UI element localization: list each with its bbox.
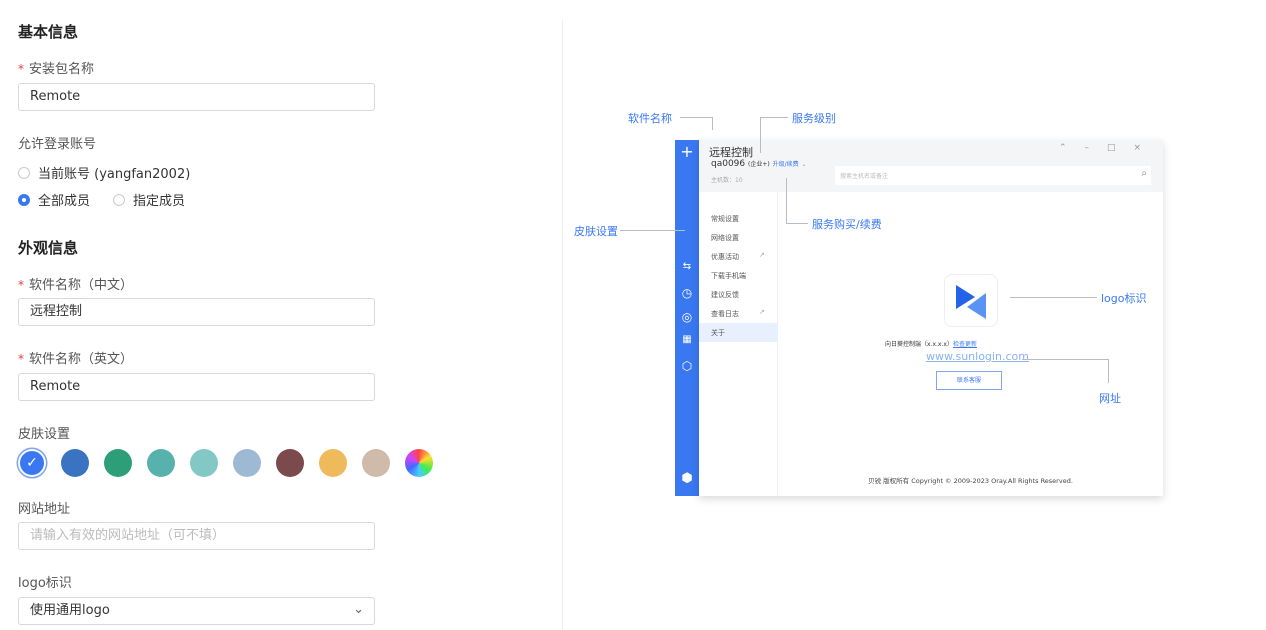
annotation-line [680,117,712,118]
preview-window: 远程控制 ⌃–□× qa0096 (企业+) 升级/续费 ⌄ 主机数：10 搜索… [699,140,1163,496]
logo-label: logo标识 [18,576,72,591]
skin-label: 皮肤设置 [18,427,71,442]
radio-all-members[interactable]: 全部成员 [18,190,90,209]
preview-upgrade-link: 升级/续费 [772,161,799,168]
name-cn-label-text: 软件名称（中文） [29,278,134,293]
preview-check-update-link: 检查更新 [952,341,977,348]
sunlogin-logo [944,274,998,327]
preview-version: 向日葵控制端（x.x.x.x）检查更新 [699,339,1163,348]
preview-search-placeholder: 搜索主机名或备注 [840,173,889,180]
chevron-down-icon: ⌄ [353,602,364,617]
preview-menu-item: 查看日志 [711,310,739,318]
radio-label: 全部成员 [38,194,91,209]
preview-menu-item: 下载手机端 [711,272,746,280]
settings-icon: ⬢ [681,471,693,486]
preview-search: 搜索主机名或备注 ⌕ [835,166,1151,185]
skin-swatch[interactable] [319,449,347,477]
preview-title: 远程控制 [709,146,753,159]
preview-sidebar: + ⇆ ◷ ◎ ▦ ⬡ ⬢ [675,140,699,496]
appearance-heading: 外观信息 [18,239,79,257]
annotation-software-name: 软件名称 [628,112,672,125]
package-name-label-text: 安装包名称 [29,62,95,77]
name-cn-label: * 软件名称（中文） [18,274,133,293]
radio-circle [113,193,125,206]
annotation-website: 网址 [1099,392,1121,405]
preview-account-name: qa0096 [711,159,746,169]
skin-swatch[interactable] [405,449,433,477]
plus-icon: + [680,142,694,161]
preview-menu-item: 网络设置 [711,234,739,242]
transfer-icon: ⇆ [682,261,692,272]
name-cn-input[interactable]: 远程控制 [18,298,375,326]
skin-swatch[interactable] [276,449,304,477]
annotation-line [786,223,808,224]
preview-copyright: 贝锐 版权所有 Copyright © 2009-2023 Oray.All R… [868,477,1073,485]
preview-menu-item: 建议反馈 [711,291,739,299]
skin-swatch[interactable] [61,449,89,477]
logo-select-value: 使用通用logo [30,603,110,618]
annotation-line [620,230,685,231]
radio-current-account[interactable]: 当前账号 (yangfan2002) [18,163,190,182]
radio-specific-members[interactable]: 指定成员 [113,190,185,209]
skin-swatch[interactable]: ✓ [18,449,46,477]
basic-info-heading: 基本信息 [18,23,79,41]
annotation-logo: logo标识 [1101,292,1147,305]
annotation-line [760,117,788,118]
website-label: 网站地址 [18,502,71,517]
annotation-line [712,117,713,130]
required-mark: * [18,352,24,366]
website-input[interactable]: 请输入有效的网站地址（可不填） [18,522,375,550]
external-link-icon: ↗ [759,251,765,259]
annotation-line [1022,359,1108,360]
apps-icon: ▦ [682,334,692,345]
skin-swatch[interactable] [104,449,132,477]
radio-circle [18,166,30,179]
search-icon: ⌕ [1141,168,1147,179]
annotation-line [1108,359,1109,383]
preview-account: qa0096 (企业+) 升级/续费 ⌄ [711,159,807,169]
annotation-line [786,178,787,223]
logo-select[interactable]: 使用通用logo ⌄ [18,597,375,625]
radio-circle [18,193,30,206]
annotation-service-level: 服务级别 [792,112,836,125]
external-link-icon: ↗ [759,308,765,316]
clock-icon: ◷ [681,286,693,300]
preview-hosts: 主机数：10 [711,177,743,184]
preview-menu-item: 关于 [711,329,725,337]
name-en-input[interactable]: Remote [18,373,375,401]
divider [562,20,563,630]
preview-website: www.sunlogin.com [926,350,1029,363]
webcam-icon: ◎ [681,310,693,324]
annotation-line [1010,297,1097,298]
preview-menu-item: 优惠活动 [711,253,739,261]
chevron-down-icon: ⌄ [801,161,807,168]
radio-label: 指定成员 [133,194,186,209]
package-name-label: * 安装包名称 [18,58,94,77]
window-controls-icon: ⌃–□× [1059,143,1160,153]
annotation-skin: 皮肤设置 [574,225,618,238]
contact-button: 联系客服 [936,371,1002,390]
preview-version-text: 向日葵控制端（x.x.x.x） [885,341,953,348]
annotation-line [760,117,761,153]
name-en-label-text: 软件名称（英文） [29,352,134,367]
check-icon: ✓ [26,455,38,471]
name-en-label: * 软件名称（英文） [18,348,133,367]
allowed-account-label: 允许登录账号 [18,137,97,152]
cube-icon: ⬡ [681,359,693,373]
skin-swatch[interactable] [233,449,261,477]
required-mark: * [18,278,24,292]
preview-service-level: (企业+) [748,161,770,168]
skin-swatch[interactable] [362,449,390,477]
skin-swatch[interactable] [147,449,175,477]
radio-label: 当前账号 (yangfan2002) [38,167,191,182]
preview-menu-item: 常规设置 [711,215,739,223]
annotation-purchase: 服务购买/续费 [812,218,882,231]
skin-swatch[interactable] [190,449,218,477]
package-name-input[interactable]: Remote [18,83,375,111]
required-mark: * [18,62,24,76]
